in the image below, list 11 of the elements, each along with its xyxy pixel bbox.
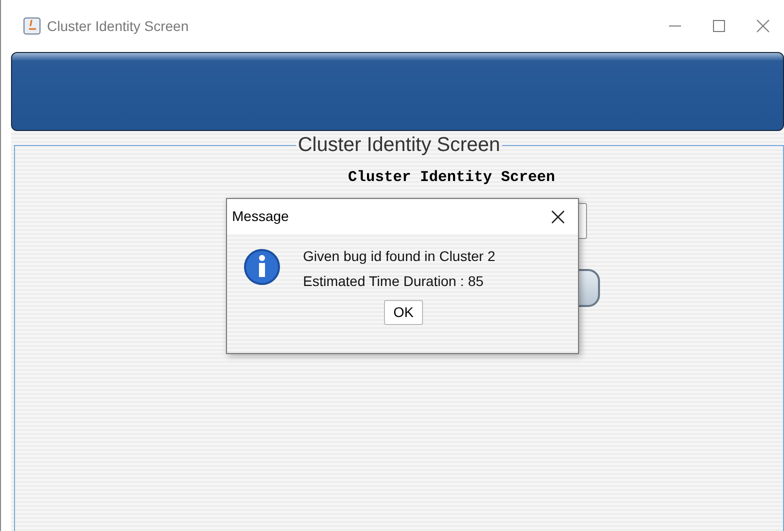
info-icon [243, 248, 281, 286]
ok-button[interactable]: OK [384, 300, 423, 325]
panel-legend: Cluster Identity Screen [296, 135, 502, 155]
close-icon[interactable] [551, 210, 565, 224]
message-text: Given bug id found in Cluster 2 [303, 248, 496, 265]
panel-heading: Cluster Identity Screen [348, 169, 556, 186]
dialog-title: Message [232, 207, 289, 226]
window-title: Cluster Identity Screen [47, 16, 189, 36]
maximize-icon[interactable] [712, 19, 726, 33]
app-icon [23, 17, 41, 35]
message-text: Estimated Time Duration : 85 [303, 273, 485, 290]
